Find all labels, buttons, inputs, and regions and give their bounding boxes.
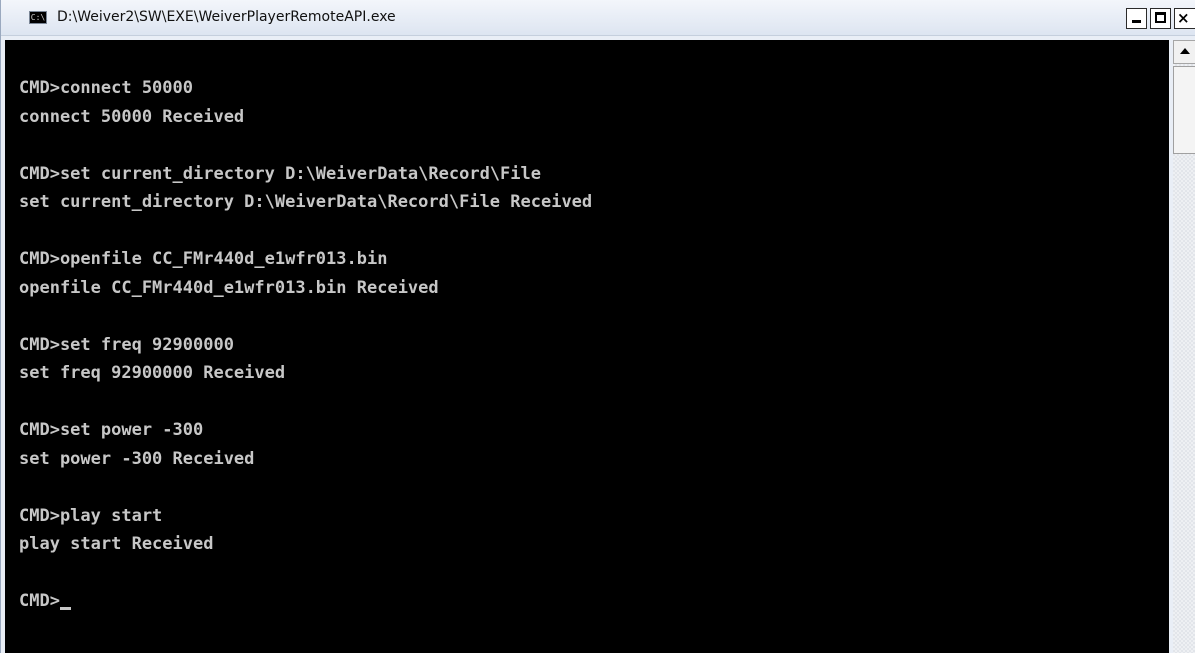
console-line: set current_directory D:\WeiverData\Reco… [19, 192, 593, 212]
text-cursor [59, 607, 71, 610]
console-line: CMD>set freq 92900000 [19, 334, 234, 355]
vertical-scrollbar[interactable] [1173, 40, 1195, 653]
console-prompt: CMD> [19, 591, 60, 611]
console-line: CMD>openfile CC_FMr440d_e1wfr013.bin [19, 249, 388, 269]
console-icon[interactable]: C:\ [29, 11, 47, 24]
console-line: set power -300 Received [19, 448, 255, 469]
console-line: openfile CC_FMr440d_e1wfr013.bin Receive… [19, 277, 439, 298]
close-button[interactable]: × [1174, 8, 1195, 29]
console-prompt-line[interactable]: CMD> [19, 587, 592, 616]
scrollbar-thumb[interactable] [1173, 66, 1195, 154]
window-title: D:\Weiver2\SW\EXE\WeiverPlayerRemoteAPI.… [57, 9, 396, 25]
console-lines: CMD>connect 50000 connect 50000 Received… [19, 74, 592, 616]
console-window: C:\ D:\Weiver2\SW\EXE\WeiverPlayerRemote… [0, 0, 1195, 653]
minimize-button[interactable] [1126, 8, 1147, 29]
console-line: CMD>connect 50000 [19, 78, 193, 98]
title-bar[interactable]: C:\ D:\Weiver2\SW\EXE\WeiverPlayerRemote… [1, 0, 1195, 36]
console-line: set freq 92900000 Received [19, 363, 286, 383]
console-line: CMD>set current_directory D:\WeiverData\… [19, 163, 541, 184]
console-output[interactable]: CMD>connect 50000 connect 50000 Received… [5, 40, 1169, 653]
console-line: play start Received [19, 534, 214, 554]
console-line: connect 50000 Received [19, 106, 245, 127]
close-icon: × [1177, 9, 1190, 27]
scroll-up-arrow-icon[interactable] [1173, 40, 1195, 64]
console-line: CMD>play start [19, 505, 163, 526]
maximize-button[interactable] [1150, 8, 1171, 29]
console-line: CMD>set power -300 [19, 420, 204, 440]
